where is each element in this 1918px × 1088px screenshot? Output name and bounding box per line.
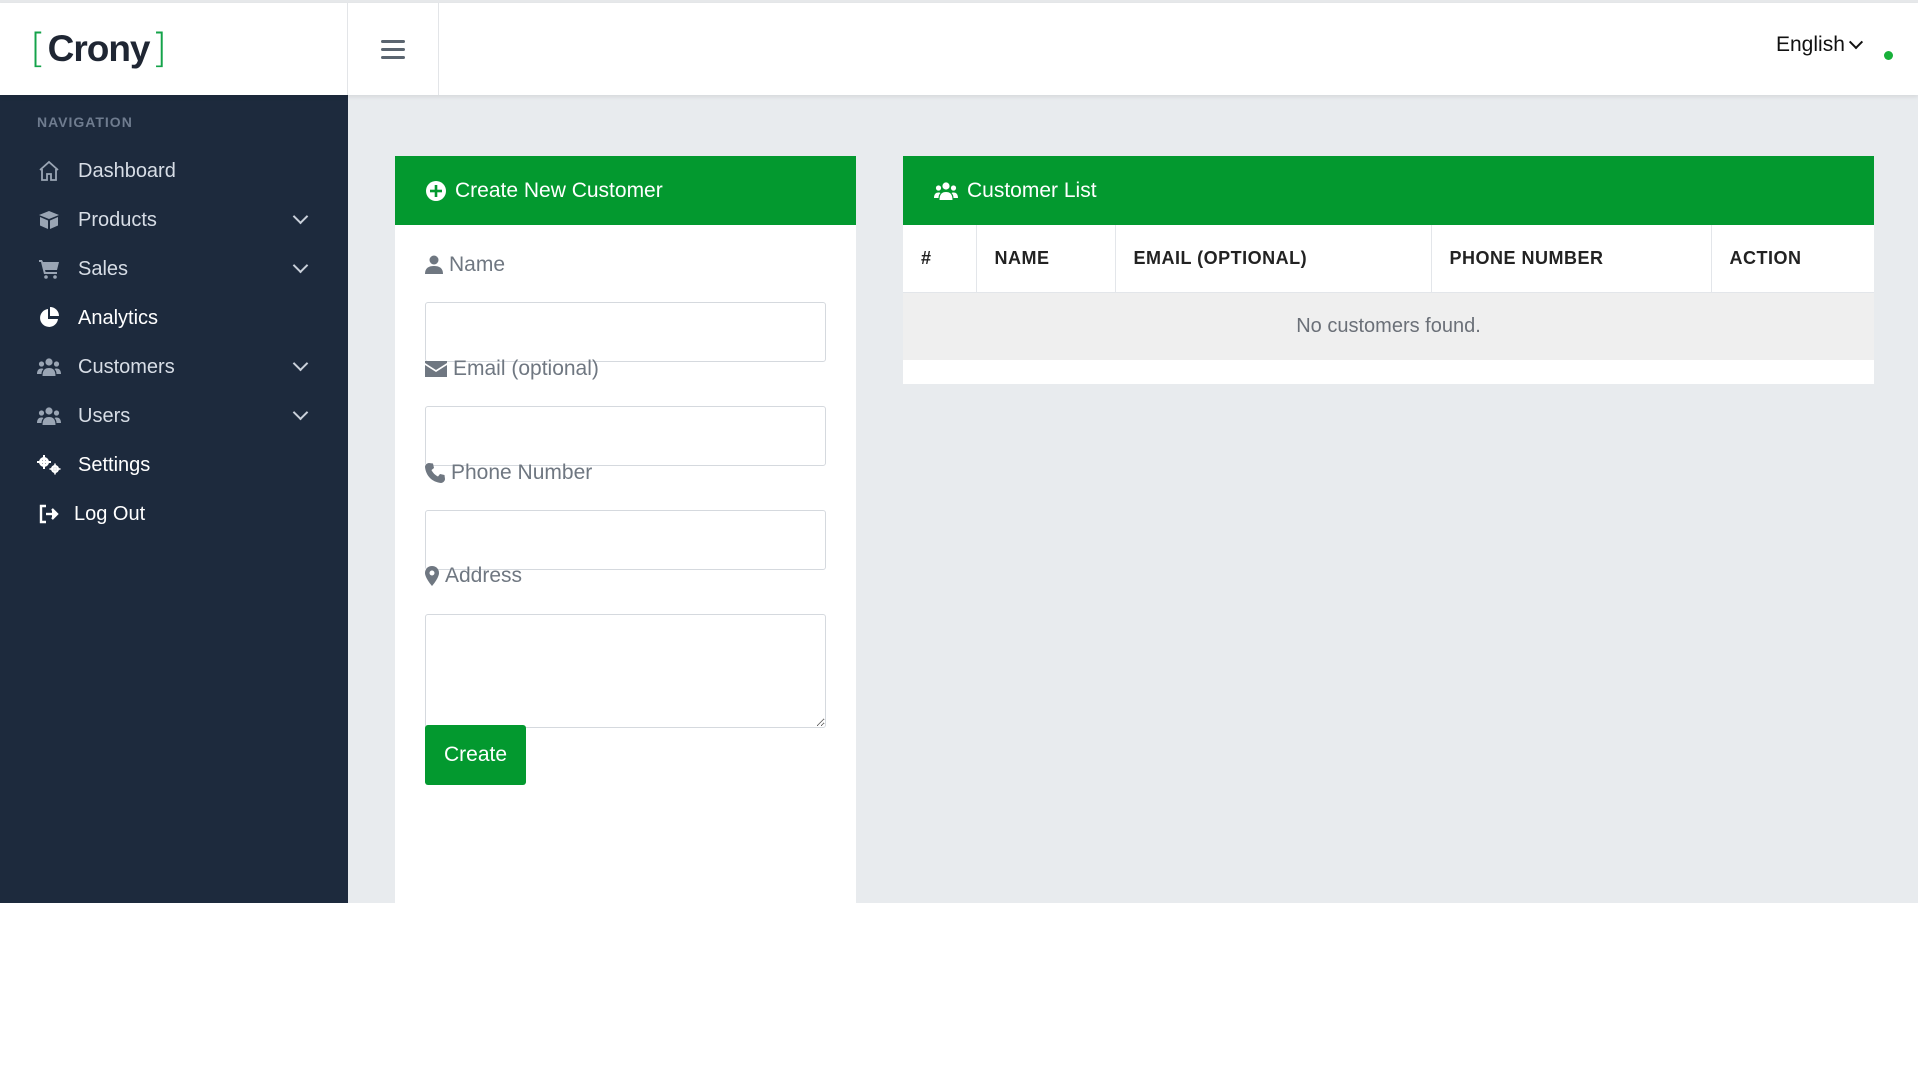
main-content: Create New Customer Name Email (optional… [348, 95, 1918, 903]
plus-circle-icon [425, 180, 447, 202]
map-marker-icon [425, 566, 439, 586]
sidebar: NAVIGATION Dashboard Products Sales Anal… [0, 95, 348, 903]
language-dropdown[interactable]: English [1776, 33, 1863, 57]
sidebar-item-analytics[interactable]: Analytics [0, 293, 348, 343]
users-icon [36, 354, 62, 380]
pie-chart-icon [36, 305, 62, 331]
sidebar-item-dashboard[interactable]: Dashboard [0, 146, 348, 196]
sidebar-item-label: Dashboard [78, 159, 176, 182]
column-header-action[interactable]: ACTION [1711, 225, 1874, 293]
address-textarea[interactable] [425, 614, 826, 728]
sidebar-item-settings[interactable]: Settings [0, 440, 348, 490]
sidebar-item-label: Analytics [78, 306, 159, 329]
sidebar-item-label: Users [78, 404, 131, 427]
name-input[interactable] [425, 302, 826, 362]
logo-bracket-open: [ [30, 26, 46, 72]
language-label: English [1776, 33, 1845, 56]
users-icon [36, 403, 62, 429]
column-header-name[interactable]: NAME [976, 225, 1116, 293]
customer-list-header: Customer List [903, 156, 1874, 225]
empty-message: No customers found. [903, 292, 1874, 360]
sidebar-item-label: Products [78, 208, 157, 231]
sidebar-item-sales[interactable]: Sales [0, 244, 348, 294]
envelope-icon [425, 361, 447, 377]
sidebar-item-label: Customers [78, 355, 175, 378]
phone-input[interactable] [425, 510, 826, 570]
sidebar-item-label: Settings [78, 453, 151, 476]
cart-icon [36, 256, 62, 282]
nav-heading: NAVIGATION [37, 114, 133, 130]
email-input[interactable] [425, 406, 826, 466]
chevron-down-icon [292, 355, 309, 372]
chevron-down-icon [292, 208, 309, 225]
user-icon [425, 255, 443, 275]
sidebar-item-users[interactable]: Users [0, 391, 348, 441]
gears-icon [36, 452, 62, 478]
logo-text: Crony [47, 28, 151, 69]
create-customer-header: Create New Customer [395, 156, 856, 225]
sidebar-item-label: Sales [78, 257, 129, 280]
home-icon [36, 158, 62, 184]
customer-list-title: Customer List [967, 178, 1097, 202]
phone-label: Phone Number [425, 461, 592, 485]
logo-bracket-close: ] [151, 26, 168, 72]
name-label: Name [425, 253, 505, 277]
phone-icon [425, 463, 445, 483]
column-header-index[interactable]: # [903, 225, 977, 293]
sidebar-item-label: Log Out [74, 502, 146, 525]
brand-logo[interactable]: [ Crony ] [0, 3, 348, 95]
online-status-dot [1884, 51, 1893, 60]
sidebar-item-products[interactable]: Products [0, 195, 348, 245]
sidebar-item-customers[interactable]: Customers [0, 342, 348, 392]
box-icon [36, 207, 62, 233]
create-customer-card: Create New Customer Name Email (optional… [395, 156, 856, 903]
top-header: [ Crony ] English [0, 3, 1918, 95]
column-header-email[interactable]: EMAIL (OPTIONAL) [1115, 225, 1432, 293]
chevron-down-icon [292, 404, 309, 421]
users-icon [933, 181, 959, 201]
address-label: Address [425, 564, 522, 588]
empty-row: No customers found. [903, 292, 1874, 360]
sidebar-toggle-button[interactable] [348, 3, 439, 95]
email-label: Email (optional) [425, 357, 599, 381]
table-header-row: # NAME EMAIL (OPTIONAL) PHONE NUMBER ACT… [903, 225, 1874, 293]
customer-list-card: Customer List # NAME EMAIL (OPTIONAL) PH… [903, 156, 1874, 384]
hamburger-icon [381, 39, 405, 59]
create-customer-title: Create New Customer [455, 178, 663, 202]
chevron-down-icon [1848, 35, 1863, 50]
sidebar-item-logout[interactable]: Log Out [0, 489, 348, 539]
chevron-down-icon [292, 257, 309, 274]
logout-icon [36, 501, 62, 527]
column-header-phone[interactable]: PHONE NUMBER [1431, 225, 1712, 293]
customer-table: # NAME EMAIL (OPTIONAL) PHONE NUMBER ACT… [903, 225, 1874, 360]
create-button[interactable]: Create [425, 725, 526, 785]
